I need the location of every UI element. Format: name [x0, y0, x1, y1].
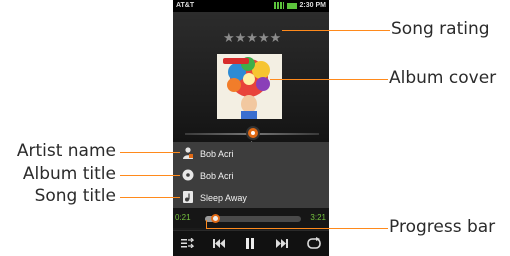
callout-album-title: Album title [22, 164, 116, 184]
rating-slider-knob[interactable] [246, 126, 260, 140]
progress-bar[interactable] [205, 214, 301, 223]
artist-icon [183, 147, 193, 159]
progress-area: 0:21 3:21 [173, 208, 329, 228]
song-title-leader [120, 197, 180, 198]
album-cover [217, 54, 282, 119]
battery-icon [286, 2, 297, 9]
pause-icon[interactable] [245, 238, 255, 249]
artist-name-leader [120, 152, 180, 153]
callout-song-rating: Song rating [391, 19, 490, 39]
phone-screen: AT&T 2:30 PM ★★★★★ 1 [173, 0, 329, 256]
playlist-icon[interactable] [181, 238, 194, 248]
progress-bar-leader [206, 228, 388, 229]
callout-album-cover: Album cover [389, 68, 497, 88]
album-title: Bob Acri [200, 171, 234, 181]
song-title: Sleep Away [200, 193, 247, 203]
progress-knob[interactable] [211, 214, 221, 223]
carrier-label: AT&T [176, 2, 195, 9]
progress-bar-leader-vertical [206, 220, 207, 228]
elapsed-time: 0:21 [175, 213, 191, 222]
repeat-icon[interactable] [307, 237, 322, 250]
clock: 2:30 PM [299, 2, 326, 9]
song-rating-leader [282, 30, 390, 31]
next-icon[interactable] [276, 239, 288, 248]
album-title-leader [120, 175, 180, 176]
artist-name: Bob Acri [200, 149, 234, 159]
now-playing-area: ★★★★★ 1 [173, 12, 329, 148]
song-row[interactable]: Sleep Away [173, 186, 329, 210]
album-cover-leader [270, 79, 388, 80]
artist-row[interactable]: Bob Acri [173, 142, 329, 166]
status-bar: AT&T 2:30 PM [173, 0, 329, 12]
total-time: 3:21 [310, 213, 326, 222]
playback-controls [173, 230, 329, 256]
album-disc-icon [182, 169, 194, 181]
song-note-icon [183, 191, 193, 203]
previous-icon[interactable] [213, 239, 225, 248]
signal-icon [273, 2, 284, 9]
callout-song-title: Song title [34, 186, 116, 206]
callout-progress-bar: Progress bar [389, 217, 496, 237]
song-rating-stars[interactable]: ★★★★★ [223, 30, 281, 46]
callout-artist-name: Artist name [16, 141, 116, 161]
album-row[interactable]: Bob Acri [173, 164, 329, 188]
